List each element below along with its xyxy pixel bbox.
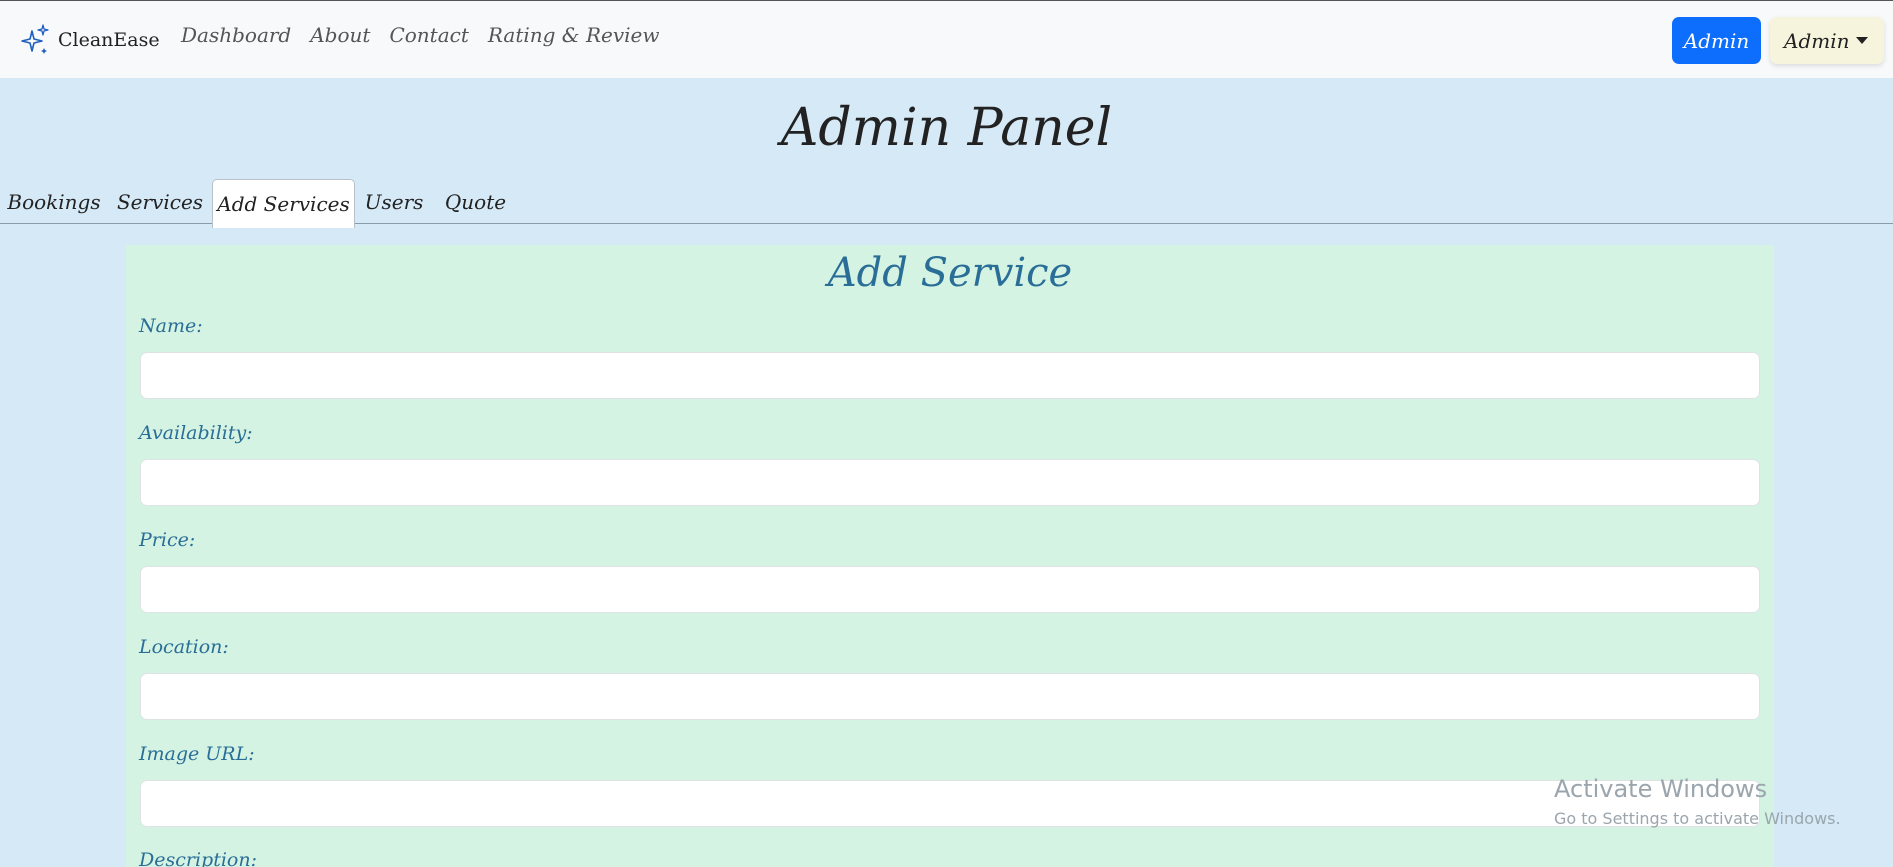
admin-dropdown-label: Admin [1784, 28, 1850, 53]
tab-add-services[interactable]: Add Services [212, 179, 355, 228]
tab-bar: Bookings Services Add Services Users Quo… [0, 179, 1893, 228]
top-navbar: CleanEase Dashboard About Contact Rating… [0, 0, 1893, 78]
brand-name: CleanEase [58, 29, 160, 51]
add-service-form: Add Service Name: Availability: Price: L… [126, 245, 1774, 867]
name-label: Name: [139, 315, 203, 337]
location-input[interactable] [140, 673, 1760, 720]
tab-bookings[interactable]: Bookings [0, 179, 108, 224]
price-input[interactable] [140, 566, 1760, 613]
brand[interactable]: CleanEase [18, 21, 160, 59]
nav-link-dashboard[interactable]: Dashboard [181, 23, 291, 47]
tab-services[interactable]: Services [108, 179, 212, 224]
image-url-label: Image URL: [139, 743, 255, 765]
image-url-input[interactable] [140, 780, 1760, 827]
name-input[interactable] [140, 352, 1760, 399]
caret-down-icon [1856, 37, 1868, 44]
nav-link-contact[interactable]: Contact [389, 23, 468, 47]
availability-input[interactable] [140, 459, 1760, 506]
tab-quote[interactable]: Quote [433, 179, 518, 224]
sparkle-icon [21, 24, 49, 54]
nav-link-about[interactable]: About [310, 23, 370, 47]
tab-users[interactable]: Users [355, 179, 433, 224]
admin-button[interactable]: Admin [1672, 17, 1761, 64]
availability-label: Availability: [139, 422, 253, 444]
admin-dropdown[interactable]: Admin [1770, 17, 1884, 64]
nav-links: Dashboard About Contact Rating & Review [181, 23, 679, 47]
nav-link-rating-review[interactable]: Rating & Review [488, 23, 660, 47]
location-label: Location: [139, 636, 229, 658]
activate-windows-subtitle: Go to Settings to activate Windows. [1554, 809, 1841, 828]
activate-windows-title: Activate Windows [1554, 775, 1768, 803]
description-label: Description: [139, 849, 257, 867]
price-label: Price: [139, 529, 196, 551]
form-title: Add Service [827, 250, 1073, 296]
page-title: Admin Panel [780, 98, 1113, 158]
